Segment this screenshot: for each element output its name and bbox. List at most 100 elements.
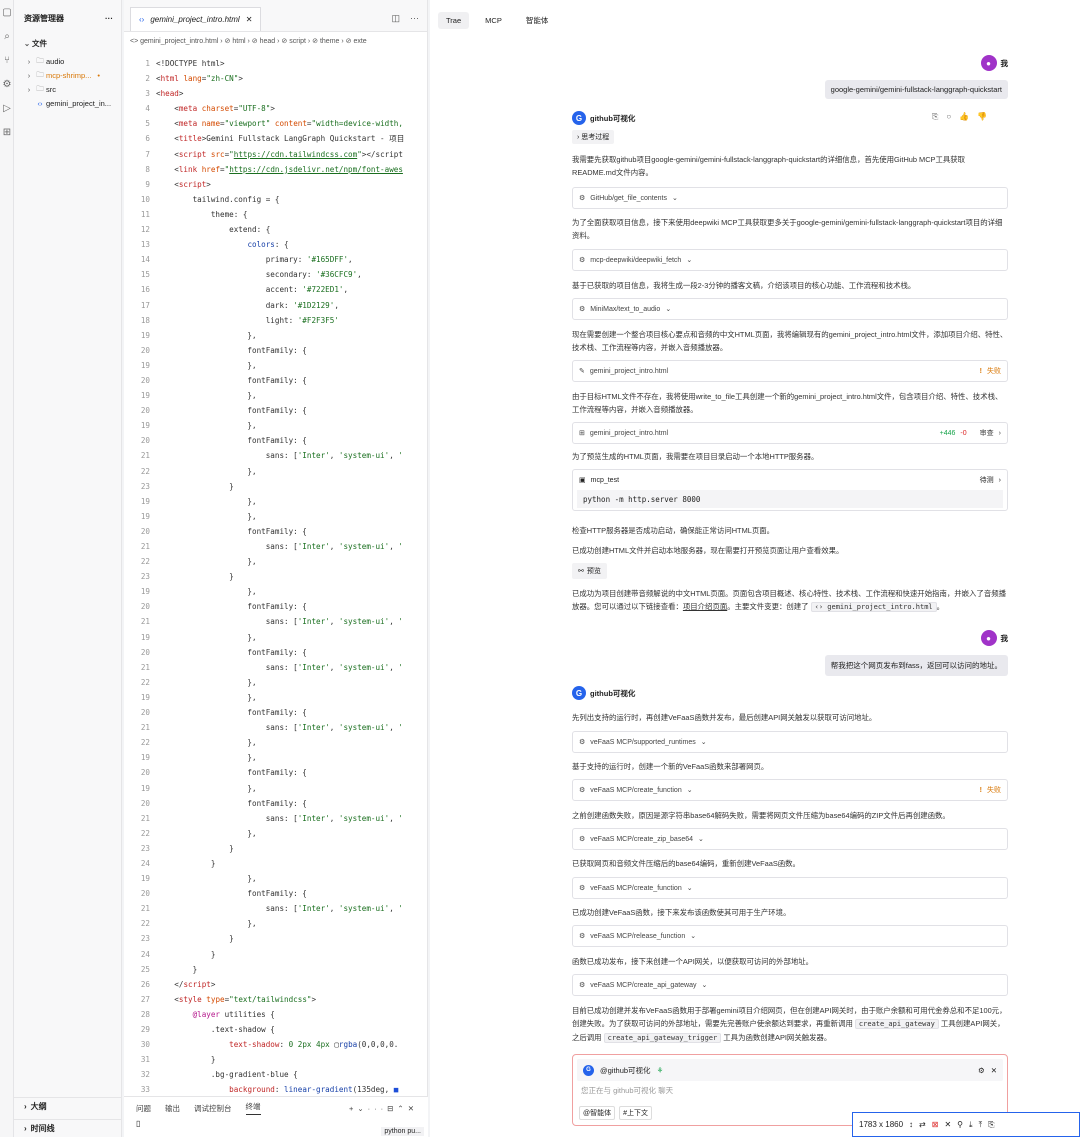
- code-line[interactable]: 22 },: [124, 826, 428, 841]
- code-line[interactable]: 19 },: [124, 328, 428, 343]
- files-icon[interactable]: ▢: [0, 0, 14, 24]
- cancel-icon[interactable]: ⊠: [932, 1120, 939, 1129]
- chat-input-field[interactable]: 您正在与 github可视化 聊天: [573, 1085, 1007, 1096]
- context-tag-button[interactable]: #上下文: [619, 1106, 653, 1120]
- code-line[interactable]: 5 <meta name="viewport" content="width=d…: [124, 116, 428, 131]
- code-line[interactable]: 21 sans: ['Inter', 'system-ui', ': [124, 660, 428, 675]
- search-icon[interactable]: ⌕: [0, 24, 14, 48]
- tab-agent[interactable]: 智能体: [518, 11, 557, 30]
- settings-icon[interactable]: ⚙: [978, 1066, 985, 1075]
- code-line[interactable]: 19 },: [124, 509, 428, 524]
- tool-call[interactable]: ⚙ veFaaS MCP/supported_runtimes ⌄: [572, 731, 1008, 753]
- terminal-tool-call[interactable]: ▣ mcp_test 待测 › python -m http.server 8000: [572, 469, 1008, 511]
- code-line[interactable]: 4 <meta charset="UTF-8">: [124, 101, 428, 116]
- tab-output[interactable]: 输出: [165, 1103, 180, 1114]
- tool-call[interactable]: ⚙ GitHub/get_file_contents ⌄: [572, 187, 1008, 209]
- copy-icon[interactable]: ⎘: [988, 1120, 994, 1130]
- code-line[interactable]: 8 <link href="https://cdn.jsdelivr.net/n…: [124, 162, 428, 177]
- code-line[interactable]: 20 fontFamily: {: [124, 433, 428, 448]
- swap-icon[interactable]: ⇄: [919, 1120, 926, 1129]
- code-line[interactable]: 31 }: [124, 1052, 428, 1067]
- code-line[interactable]: 27 <style type="text/tailwindcss">: [124, 992, 428, 1007]
- extensions-icon[interactable]: ⊞: [0, 120, 14, 144]
- code-line[interactable]: 2 <html lang="zh-CN">: [124, 71, 428, 86]
- pin-icon[interactable]: ⚲: [957, 1120, 963, 1129]
- code-line[interactable]: 7 <script src="https://cdn.tailwindcss.c…: [124, 147, 428, 162]
- code-line[interactable]: 12 extend: {: [124, 222, 428, 237]
- code-line[interactable]: 19 },: [124, 418, 428, 433]
- code-line[interactable]: 21 sans: ['Inter', 'system-ui', ': [124, 811, 428, 826]
- code-line[interactable]: 11 theme: {: [124, 207, 428, 222]
- tool-call[interactable]: ⚙ MiniMax/text_to_audio ⌄: [572, 298, 1008, 320]
- code-line[interactable]: 17 dark: '#1D2129',: [124, 298, 428, 313]
- code-line[interactable]: 19 },: [124, 494, 428, 509]
- code-line[interactable]: 23 }: [124, 479, 428, 494]
- code-line[interactable]: 21 sans: ['Inter', 'system-ui', ': [124, 539, 428, 554]
- agent-mention[interactable]: @github可视化: [600, 1065, 651, 1076]
- tree-item-src[interactable]: › 🗀 src: [14, 82, 121, 96]
- split-editor-icon[interactable]: ◫: [391, 13, 400, 24]
- code-line[interactable]: 20 fontFamily: {: [124, 524, 428, 539]
- code-line[interactable]: 19 },: [124, 871, 428, 886]
- code-line[interactable]: 20 fontFamily: {: [124, 343, 428, 358]
- code-line[interactable]: 22 },: [124, 464, 428, 479]
- code-line[interactable]: 26 </script>: [124, 977, 428, 992]
- tab-problems[interactable]: 问题: [136, 1103, 151, 1114]
- git-icon[interactable]: ⑂: [0, 48, 14, 72]
- code-line[interactable]: 21 sans: ['Inter', 'system-ui', ': [124, 448, 428, 463]
- more-icon[interactable]: ···: [410, 13, 419, 24]
- more-icon[interactable]: ···: [105, 14, 113, 23]
- preview-button[interactable]: ⚯ 预览: [572, 563, 607, 579]
- code-line[interactable]: 22 },: [124, 916, 428, 931]
- code-line[interactable]: 19 },: [124, 690, 428, 705]
- code-line[interactable]: 19 },: [124, 388, 428, 403]
- code-line[interactable]: 20 fontFamily: {: [124, 705, 428, 720]
- code-line[interactable]: 23 }: [124, 931, 428, 946]
- tree-item-audio[interactable]: › 🗀 audio: [14, 54, 121, 68]
- code-line[interactable]: 20 fontFamily: {: [124, 403, 428, 418]
- tab-mcp[interactable]: MCP: [477, 12, 510, 29]
- page-link[interactable]: 项目介绍页面: [683, 602, 727, 611]
- code-line[interactable]: 13 colors: {: [124, 237, 428, 252]
- message-actions[interactable]: ⎘○👍👎: [932, 112, 995, 122]
- code-line[interactable]: 21 sans: ['Inter', 'system-ui', ': [124, 720, 428, 735]
- code-line[interactable]: 15 secondary: '#36CFC9',: [124, 267, 428, 282]
- timeline-section[interactable]: › 时间线: [14, 1119, 122, 1137]
- tool-call[interactable]: ⚙ veFaaS MCP/create_function ⌄: [572, 877, 1008, 899]
- code-line[interactable]: 10 tailwind.config = {: [124, 192, 428, 207]
- review-button[interactable]: 审查: [980, 428, 994, 438]
- code-line[interactable]: 20 fontFamily: {: [124, 886, 428, 901]
- tab-terminal[interactable]: 终端: [245, 1101, 261, 1115]
- code-line[interactable]: 1 <!DOCTYPE html>: [124, 56, 428, 71]
- download-icon[interactable]: ⤓: [969, 1120, 973, 1130]
- tool-call[interactable]: ⚙ veFaaS MCP/release_function ⌄: [572, 925, 1008, 947]
- code-line[interactable]: 23 }: [124, 569, 428, 584]
- code-line[interactable]: 19 },: [124, 584, 428, 599]
- close-icon[interactable]: ✕: [246, 15, 253, 24]
- code-line[interactable]: 19 },: [124, 750, 428, 765]
- editor-tab[interactable]: ‹› gemini_project_intro.html ✕: [130, 7, 262, 31]
- code-line[interactable]: 14 primary: '#165DFF',: [124, 252, 428, 267]
- terminal-instance[interactable]: python pu...: [381, 1127, 424, 1136]
- tool-call[interactable]: ⚙ veFaaS MCP/create_function ⌄! 失败: [572, 779, 1008, 801]
- tree-item-gemini-file[interactable]: ‹› gemini_project_in...: [14, 96, 121, 110]
- tab-debug-console[interactable]: 调试控制台: [194, 1103, 232, 1114]
- tool-call[interactable]: ⚙ veFaaS MCP/create_api_gateway ⌄: [572, 974, 1008, 996]
- code-line[interactable]: 20 fontFamily: {: [124, 765, 428, 780]
- code-line[interactable]: 6 <title>Gemini Fullstack LangGraph Quic…: [124, 131, 428, 146]
- close-icon[interactable]: ✕: [944, 1120, 951, 1129]
- breadcrumb[interactable]: <> gemini_project_intro.html › ⊘ html › …: [124, 32, 427, 50]
- code-line[interactable]: 19 },: [124, 630, 428, 645]
- file-chip[interactable]: ‹› gemini_project_intro.html: [810, 602, 937, 612]
- debug-icon[interactable]: ⚙: [0, 72, 14, 96]
- code-line[interactable]: 24 }: [124, 947, 428, 962]
- code-line[interactable]: 19 },: [124, 781, 428, 796]
- code-line[interactable]: 33 background: linear-gradient(135deg, ■: [124, 1082, 428, 1096]
- tree-item-mcp-shrimp[interactable]: › 🗀 mcp-shrimp... •: [14, 68, 121, 82]
- code-line[interactable]: 20 fontFamily: {: [124, 373, 428, 388]
- code-line[interactable]: 9 <script>: [124, 177, 428, 192]
- tab-trae[interactable]: Trae: [438, 11, 470, 29]
- code-line[interactable]: 19 },: [124, 358, 428, 373]
- agent-tag-button[interactable]: @智能体: [579, 1106, 616, 1120]
- code-line[interactable]: 21 sans: ['Inter', 'system-ui', ': [124, 901, 428, 916]
